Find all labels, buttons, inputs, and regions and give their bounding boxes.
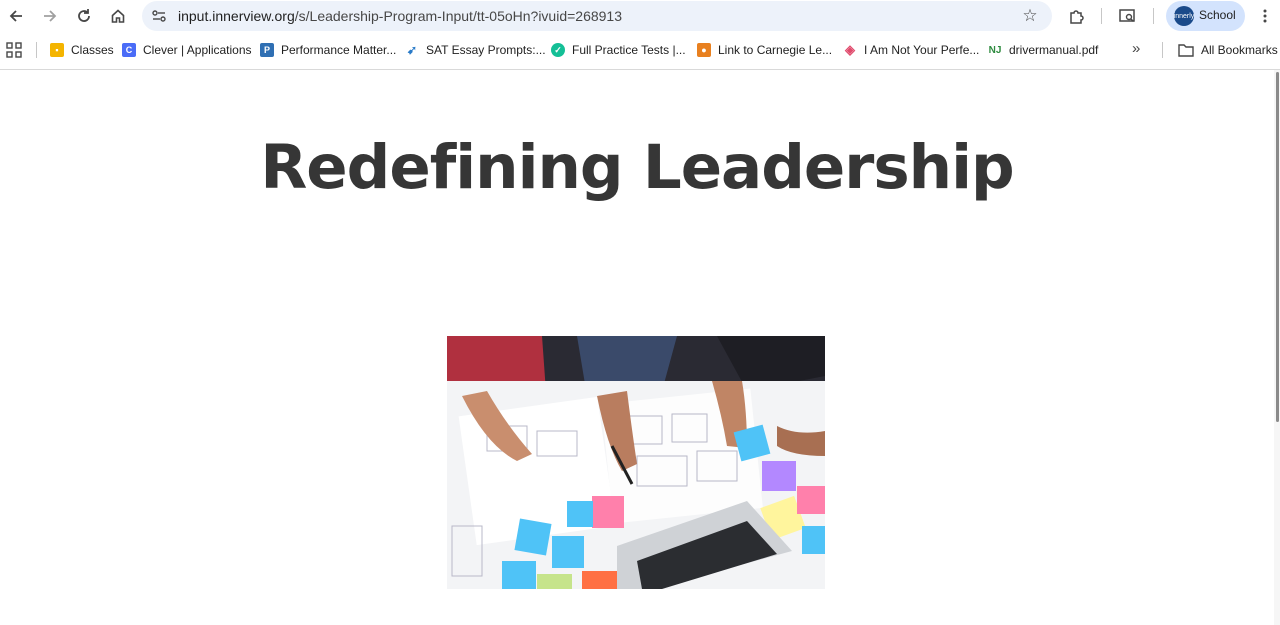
scrollbar-thumb[interactable] <box>1276 72 1279 422</box>
performance-matters-icon: P <box>260 43 274 57</box>
bookmark-label: Full Practice Tests |... <box>572 43 686 57</box>
toolbar-divider <box>1153 8 1154 24</box>
bookmark-performance-matters[interactable]: P Performance Matter... <box>260 41 396 59</box>
bookmark-label: SAT Essay Prompts:... <box>426 43 546 57</box>
bookmark-sat-essay[interactable]: ➹ SAT Essay Prompts:... <box>405 41 546 59</box>
home-button[interactable] <box>105 3 131 29</box>
reload-button[interactable] <box>71 3 97 29</box>
back-button[interactable] <box>3 3 29 29</box>
url-text[interactable]: input.innerview.org/s/Leadership-Program… <box>178 8 622 24</box>
bookmark-classes[interactable]: ▪ Classes <box>50 41 114 59</box>
bookmark-star-icon[interactable]: ☆ <box>1020 6 1040 26</box>
apps-grid-icon[interactable] <box>6 42 22 58</box>
tab-search-button[interactable] <box>1114 3 1140 29</box>
bookmark-label: Link to Carnegie Le... <box>718 43 833 57</box>
url-host: input.innerview.org <box>178 8 295 24</box>
browser-toolbar: input.innerview.org/s/Leadership-Program… <box>0 0 1280 32</box>
bookmark-full-practice-tests[interactable]: ✓ Full Practice Tests |... <box>551 41 686 59</box>
bookmark-drivermanual[interactable]: NJ drivermanual.pdf <box>988 41 1099 59</box>
bookmark-label: Performance Matter... <box>281 43 397 57</box>
home-icon <box>111 9 125 23</box>
nj-icon: NJ <box>988 44 1002 56</box>
page-content: Redefining Leadership <box>0 70 1274 625</box>
extensions-button[interactable] <box>1064 3 1090 29</box>
bookmarks-divider <box>1162 42 1163 58</box>
page-title: Redefining Leadership <box>260 132 1014 203</box>
avatar: innerly <box>1174 6 1194 26</box>
toolbar-divider <box>1101 8 1102 24</box>
sat-icon: ➹ <box>406 43 418 57</box>
url-path: /s/Leadership-Program-Input/tt-05oHn?ivu… <box>294 8 623 24</box>
kebab-menu-icon <box>1263 9 1267 23</box>
tab-search-icon <box>1119 9 1135 22</box>
bookmark-label: Clever | Applications <box>143 43 252 57</box>
carnegie-icon: ● <box>697 43 711 57</box>
all-bookmarks-button[interactable]: All Bookmarks <box>1178 41 1278 59</box>
all-bookmarks-label: All Bookmarks <box>1201 43 1278 57</box>
bookmark-label: I Am Not Your Perfe... <box>864 43 980 57</box>
forward-button[interactable] <box>37 3 63 29</box>
menu-button[interactable] <box>1252 3 1278 29</box>
bookmarks-bar: ▪ Classes C Clever | Applications P Perf… <box>0 36 1280 64</box>
chevron-double-right-icon[interactable]: » <box>1132 40 1140 57</box>
bookmark-clever[interactable]: C Clever | Applications <box>122 41 252 59</box>
bookmark-label: Classes <box>71 43 114 57</box>
diamond-icon: ◈ <box>845 42 855 57</box>
bookmark-i-am-not-your-perfect[interactable]: ◈ I Am Not Your Perfe... <box>843 41 979 59</box>
profile-chip[interactable]: innerly School <box>1166 1 1245 31</box>
khan-academy-icon: ✓ <box>551 43 565 57</box>
address-bar[interactable]: input.innerview.org/s/Leadership-Program… <box>142 1 1052 31</box>
google-classroom-icon: ▪ <box>50 43 64 57</box>
bookmarks-divider <box>36 42 37 58</box>
clever-icon: C <box>122 43 136 57</box>
folder-icon <box>1178 44 1194 57</box>
bookmark-carnegie[interactable]: ● Link to Carnegie Le... <box>697 41 832 59</box>
puzzle-icon <box>1070 10 1084 24</box>
bookmark-label: drivermanual.pdf <box>1009 43 1099 57</box>
reload-icon <box>78 9 90 22</box>
arrow-left-icon <box>9 10 22 22</box>
arrow-right-icon <box>44 10 57 22</box>
site-info-icon[interactable] <box>150 7 168 25</box>
team-brainstorm-photo <box>447 336 825 589</box>
profile-name: School <box>1199 8 1236 22</box>
